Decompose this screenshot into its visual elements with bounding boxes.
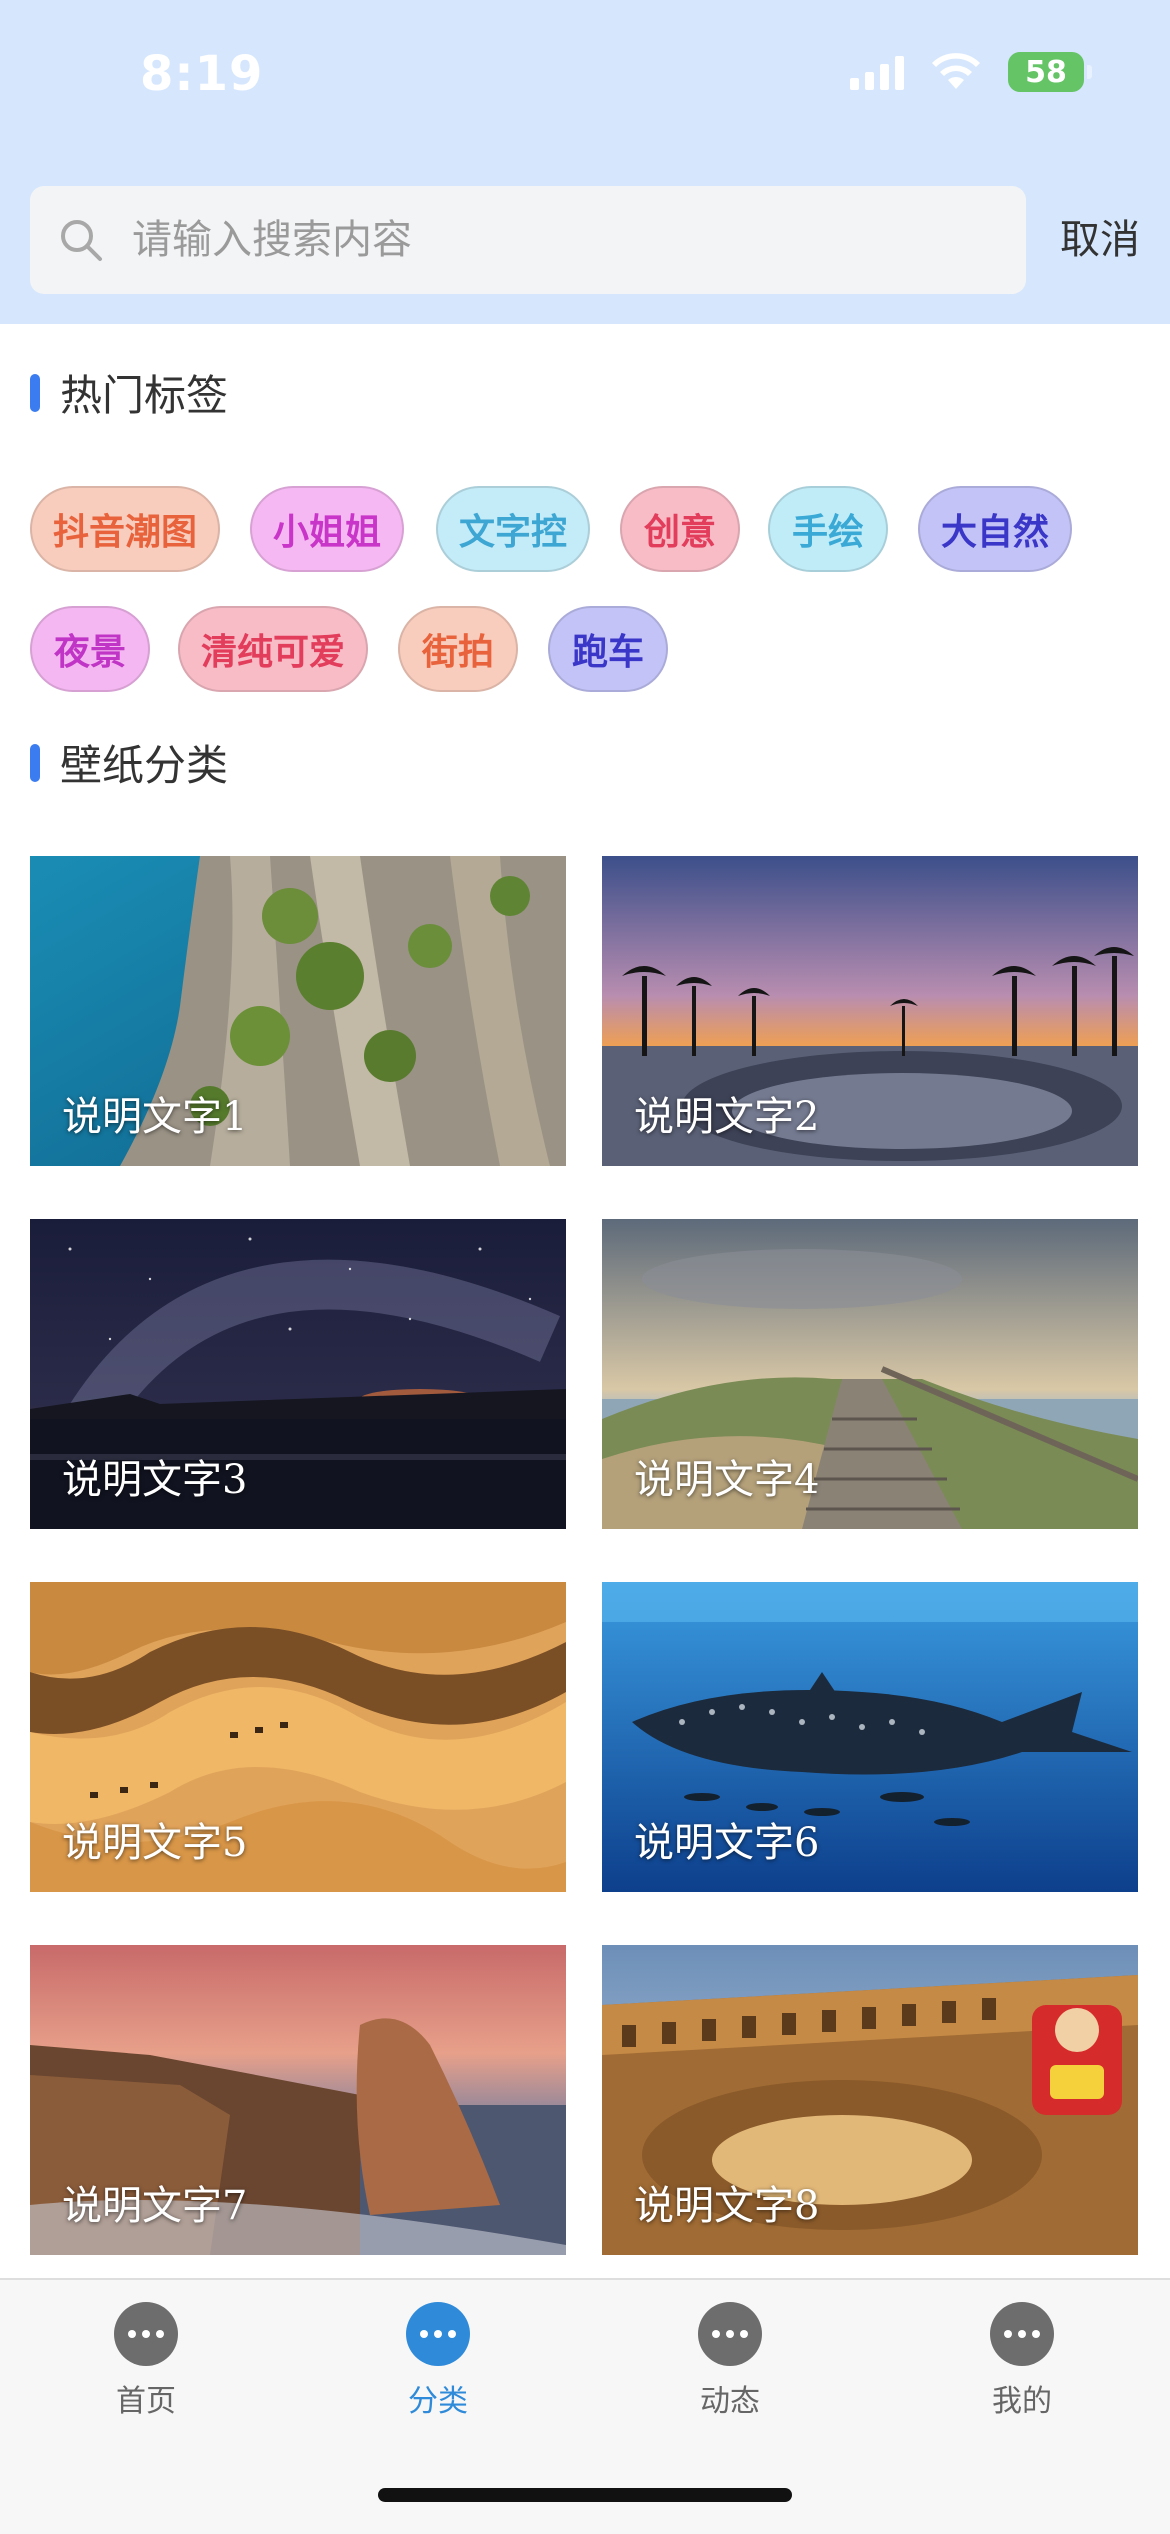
chat-bubble-icon [114, 2302, 178, 2366]
status-time: 8:19 [140, 46, 264, 102]
wallpaper-card[interactable]: 说明文字5 [30, 1582, 566, 1892]
search-icon [61, 220, 102, 261]
header: 8:19 58 取消 [0, 0, 1170, 324]
hot-tags-title: 热门标签 [30, 362, 228, 423]
tab-category[interactable]: 分类 [338, 2302, 538, 2420]
wallpaper-caption: 说明文字5 [62, 1820, 248, 1866]
tag-yejing[interactable]: 夜景 [30, 606, 150, 692]
wallpaper-caption: 说明文字7 [62, 2183, 248, 2229]
section-marker [30, 373, 40, 412]
tab-label: 分类 [408, 2384, 468, 2419]
status-icons: 58 [850, 52, 1092, 92]
tag-qingchunkeai[interactable]: 清纯可爱 [178, 606, 368, 692]
tab-label: 动态 [700, 2384, 760, 2419]
tag-jiepai[interactable]: 街拍 [398, 606, 518, 692]
wallpaper-card[interactable]: 说明文字3 [30, 1219, 566, 1529]
wallpaper-caption: 说明文字8 [634, 2183, 820, 2229]
tag-daziran[interactable]: 大自然 [918, 486, 1072, 572]
signal-icon [850, 54, 904, 90]
wallpaper-card[interactable]: 说明文字6 [602, 1582, 1138, 1892]
wallpaper-caption: 说明文字2 [634, 1094, 820, 1140]
hot-tags-label: 热门标签 [60, 371, 229, 420]
wallpaper-card[interactable]: 说明文字1 [30, 856, 566, 1166]
section-marker [30, 743, 40, 782]
mascot-sticker [1032, 2005, 1122, 2115]
tag-chuangyi[interactable]: 创意 [620, 486, 740, 572]
chat-bubble-icon [698, 2302, 762, 2366]
categories-title: 壁纸分类 [30, 732, 228, 793]
battery-level: 58 [1025, 54, 1067, 90]
tag-xiaojiejie[interactable]: 小姐姐 [250, 486, 404, 572]
search-input[interactable] [130, 216, 994, 264]
wallpaper-caption: 说明文字1 [62, 1094, 248, 1140]
tab-profile[interactable]: 我的 [922, 2302, 1122, 2420]
wallpaper-caption: 说明文字3 [62, 1457, 248, 1503]
tag-shouhui[interactable]: 手绘 [768, 486, 888, 572]
wallpaper-card[interactable]: 说明文字8 [602, 1945, 1138, 2255]
cancel-button[interactable]: 取消 [1060, 207, 1140, 265]
chat-bubble-icon [406, 2302, 470, 2366]
wallpaper-caption: 说明文字6 [634, 1820, 820, 1866]
wallpaper-card[interactable]: 说明文字7 [30, 1945, 566, 2255]
wallpaper-card[interactable]: 说明文字4 [602, 1219, 1138, 1529]
wallpaper-card[interactable]: 说明文字2 [602, 856, 1138, 1166]
home-indicator[interactable] [378, 2488, 792, 2502]
tab-label: 首页 [116, 2384, 176, 2419]
tab-label: 我的 [992, 2384, 1052, 2419]
tag-paoche[interactable]: 跑车 [548, 606, 668, 692]
tab-home[interactable]: 首页 [46, 2302, 246, 2420]
categories-label: 壁纸分类 [60, 741, 229, 790]
tab-feed[interactable]: 动态 [630, 2302, 830, 2420]
wallpaper-caption: 说明文字4 [634, 1457, 820, 1503]
battery-icon: 58 [1008, 52, 1092, 92]
tag-douyin[interactable]: 抖音潮图 [30, 486, 220, 572]
search-box[interactable] [30, 186, 1026, 294]
chat-bubble-icon [990, 2302, 1054, 2366]
wifi-icon [932, 53, 980, 89]
tag-wenzikong[interactable]: 文字控 [436, 486, 590, 572]
